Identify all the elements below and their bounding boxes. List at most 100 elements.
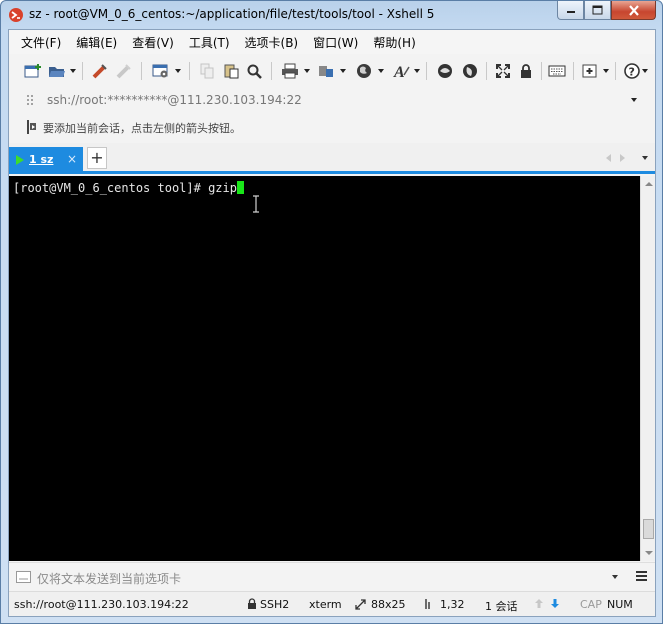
scrollbar-thumb[interactable] [643,519,654,539]
keyboard-icon [548,65,566,77]
xftp-icon [438,64,452,78]
tab-close-icon[interactable]: × [67,152,77,166]
status-num-lock: NUM [607,598,633,611]
menu-tools[interactable]: 工具(T) [189,34,230,51]
find-button[interactable] [244,61,264,81]
compose-keyboard-icon [16,571,31,583]
add-button[interactable] [580,61,600,81]
status-caps-lock: CAP [580,598,602,611]
maximize-icon [592,5,603,15]
scroll-down-icon[interactable] [645,551,653,555]
maximize-button[interactable] [584,1,611,20]
paste-button[interactable] [221,61,241,81]
status-sessions: 1 会话 [485,600,518,613]
menu-edit[interactable]: 编辑(E) [76,34,117,51]
add-icon [582,64,597,78]
tab-label: 1 sz [29,153,54,166]
transfer-icon [319,66,333,77]
address-grip-icon [27,95,33,105]
terminal-line: [root@VM_0_6_centos tool]# gzip [13,181,244,195]
menu-help[interactable]: 帮助(H) [373,34,415,51]
new-session-icon [24,64,41,78]
compose-input[interactable]: 仅将文本发送到当前选项卡 [37,570,181,587]
properties-icon [152,64,168,78]
find-icon [247,64,262,79]
close-icon [628,4,639,16]
svg-text:?: ? [629,66,635,79]
secure-lock-icon [248,598,256,609]
terminal-screen[interactable]: [root@VM_0_6_centos tool]# gzip [9,176,640,561]
globe-icon [357,64,371,78]
properties-button[interactable] [151,61,171,81]
font-icon: A [393,64,410,80]
menu-tabs[interactable]: 选项卡(B) [245,34,299,51]
menu-window[interactable]: 窗口(W) [313,34,358,51]
fullscreen-button[interactable] [493,61,513,81]
xmanager-button[interactable] [460,61,480,81]
lock-button[interactable] [516,61,536,81]
address-input[interactable]: ssh://root:**********@111.230.103.194:22 [47,93,302,107]
download-arrow-icon [551,599,559,608]
session-hint-text: 要添加当前会话，点击左侧的箭头按钮。 [43,122,241,135]
new-session-button[interactable] [23,61,43,81]
xmanager-icon [463,64,477,78]
xftp-button[interactable] [435,61,455,81]
window-controls [557,1,656,21]
font-button[interactable]: A [391,61,411,81]
status-cursor-position: 1,32 [440,598,465,611]
compose-bar: 仅将文本发送到当前选项卡 [9,562,655,590]
status-bar: ssh://root@111.230.103.194:22 SSH2 xterm… [9,591,655,616]
terminal-size-icon [355,599,366,610]
xshell-logo-icon [9,8,23,22]
menu-file[interactable]: 文件(F) [21,34,61,51]
address-bar[interactable]: ssh://root:**********@111.230.103.194:22 [9,88,655,112]
terminal-cursor [236,181,244,194]
status-terminal-type: xterm [309,598,342,611]
compose-menu-icon[interactable] [636,571,647,581]
fullscreen-icon [496,64,510,78]
close-button[interactable] [611,1,656,20]
title-bar[interactable]: sz - root@VM_0_6_centos:~/application/fi… [1,1,662,29]
minimize-button[interactable] [557,1,584,20]
open-folder-icon [49,67,65,77]
help-icon: ? [624,63,640,79]
globe-button[interactable] [354,61,374,81]
tab-scroll-left-icon[interactable] [606,154,611,162]
session-hint-bar: 要添加当前会话，点击左侧的箭头按钮。 [9,115,655,139]
scroll-up-icon[interactable] [645,182,653,186]
connected-play-icon [16,154,24,165]
print-icon [282,63,298,79]
open-session-button[interactable] [47,61,67,81]
minimize-icon [566,11,575,13]
print-button[interactable] [280,61,300,81]
tab-sz[interactable]: 1 sz × [9,147,83,172]
compose-dropdown-icon[interactable] [612,575,618,579]
copy-button[interactable] [197,61,217,81]
address-dropdown-icon[interactable] [631,98,637,102]
tab-list-dropdown-icon[interactable] [642,156,648,160]
cursor-position-icon [425,599,430,609]
status-protocol: SSH2 [260,598,290,611]
toolbar: A ? [9,56,655,86]
status-connection: ssh://root@111.230.103.194:22 [14,598,189,611]
reconnect-icon [92,64,107,79]
paste-icon [224,64,239,79]
disconnect-button[interactable] [114,61,134,81]
client-area: 文件(F) 编辑(E) 查看(V) 工具(T) 选项卡(B) 窗口(W) 帮助(… [8,29,656,617]
reconnect-button[interactable] [90,61,110,81]
transfer-button[interactable] [316,61,336,81]
lock-icon [521,64,531,78]
terminal-scrollbar[interactable] [640,176,655,561]
new-tab-button[interactable]: + [87,147,107,169]
tab-scroll-right-icon[interactable] [620,154,625,162]
window-title: sz - root@VM_0_6_centos:~/application/fi… [29,7,435,21]
status-size: 88x25 [371,598,406,611]
help-button[interactable]: ? [622,61,642,81]
svg-text:A: A [393,64,405,80]
menu-view[interactable]: 查看(V) [132,34,174,51]
text-ibeam-cursor-icon [253,195,259,213]
tab-bar: 1 sz × + [9,143,655,174]
keyboard-button[interactable] [547,61,567,81]
add-session-arrow-icon[interactable] [25,119,39,135]
xshell-window: sz - root@VM_0_6_centos:~/application/fi… [0,0,663,624]
